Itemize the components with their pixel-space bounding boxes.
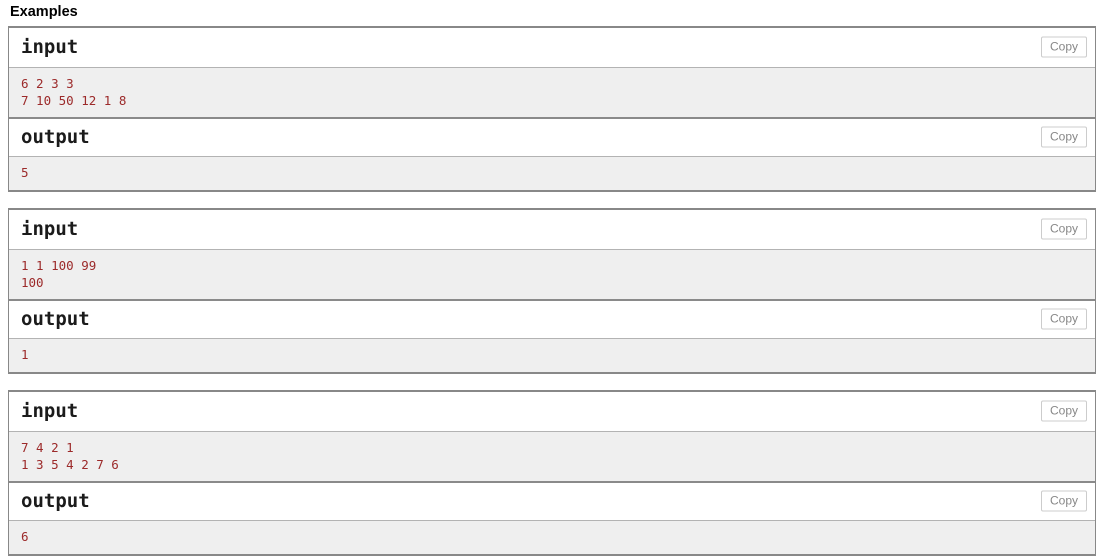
output-label: output xyxy=(21,307,90,330)
input-header: input Copy xyxy=(9,27,1095,67)
output-data: 5 xyxy=(9,155,1095,190)
input-label: input xyxy=(21,399,79,422)
copy-output-button[interactable]: Copy xyxy=(1040,308,1087,330)
input-header: input Copy xyxy=(9,391,1095,431)
copy-input-button[interactable]: Copy xyxy=(1040,218,1087,240)
output-header: output Copy xyxy=(9,480,1095,520)
output-label: output xyxy=(21,489,90,512)
example-block: input Copy 1 1 100 99 100 output Copy 1 xyxy=(8,207,1096,374)
copy-output-button[interactable]: Copy xyxy=(1040,490,1087,512)
input-header: input Copy xyxy=(9,209,1095,249)
example-block: input Copy 7 4 2 1 1 3 5 4 2 7 6 output … xyxy=(8,389,1096,556)
page-title: Examples xyxy=(10,4,78,20)
input-data: 6 2 3 3 7 10 50 12 1 8 xyxy=(9,66,1095,117)
input-data: 7 4 2 1 1 3 5 4 2 7 6 xyxy=(9,430,1095,481)
copy-input-button[interactable]: Copy xyxy=(1040,36,1087,58)
output-data: 6 xyxy=(9,519,1095,554)
input-label: input xyxy=(21,35,79,58)
input-data: 1 1 100 99 100 xyxy=(9,248,1095,299)
output-data: 1 xyxy=(9,337,1095,372)
examples-page: Examples input Copy 6 2 3 3 7 10 50 12 1… xyxy=(0,0,1112,556)
example-block: input Copy 6 2 3 3 7 10 50 12 1 8 output… xyxy=(8,25,1096,192)
input-label: input xyxy=(21,217,79,240)
output-header: output Copy xyxy=(9,298,1095,338)
copy-input-button[interactable]: Copy xyxy=(1040,400,1087,422)
output-header: output Copy xyxy=(9,116,1095,156)
output-label: output xyxy=(21,125,90,148)
copy-output-button[interactable]: Copy xyxy=(1040,126,1087,148)
